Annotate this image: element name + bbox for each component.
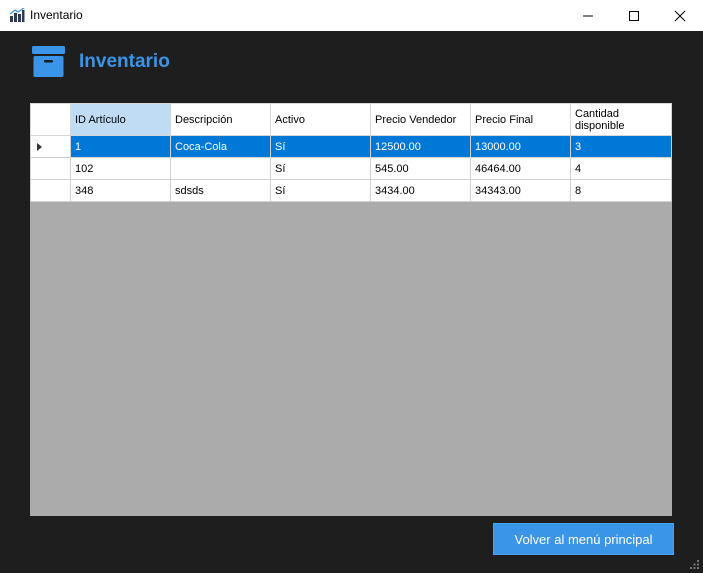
column-header-label: Cantidad disponible bbox=[575, 107, 625, 132]
maximize-button[interactable] bbox=[611, 0, 657, 31]
cell-id[interactable]: 348 bbox=[70, 179, 171, 202]
column-header-precio-vendedor[interactable]: Precio Vendedor bbox=[370, 103, 471, 136]
resize-grip-icon[interactable] bbox=[690, 560, 700, 570]
title-bar[interactable]: Inventario bbox=[0, 0, 703, 31]
cell-precio-vendedor[interactable]: 545.00 bbox=[370, 157, 471, 180]
inventory-table: ID Artículo Descripción Activo Precio Ve… bbox=[30, 103, 672, 202]
cell-descripcion[interactable]: sdsds bbox=[170, 179, 271, 202]
column-header-activo[interactable]: Activo bbox=[270, 103, 371, 136]
minimize-icon bbox=[583, 15, 593, 17]
table-row[interactable]: 1 Coca-Cola Sí 12500.00 13000.00 3 bbox=[30, 135, 672, 158]
table-header-row: ID Artículo Descripción Activo Precio Ve… bbox=[30, 103, 672, 136]
inventory-window: Inventario Inventario ID Artículo Descri… bbox=[0, 0, 703, 573]
close-icon bbox=[674, 10, 686, 22]
page-title: Inventario bbox=[79, 51, 170, 72]
cell-id[interactable]: 102 bbox=[70, 157, 171, 180]
column-header-id[interactable]: ID Artículo bbox=[70, 103, 171, 136]
column-header-cantidad[interactable]: Cantidad disponible bbox=[570, 103, 672, 136]
minimize-button[interactable] bbox=[565, 0, 611, 31]
cell-descripcion[interactable]: Coca-Cola bbox=[170, 135, 271, 158]
cell-activo[interactable]: Sí bbox=[270, 157, 371, 180]
window-title: Inventario bbox=[30, 8, 83, 22]
cell-descripcion[interactable] bbox=[170, 157, 271, 180]
current-row-arrow-icon bbox=[37, 143, 42, 151]
close-button[interactable] bbox=[657, 0, 703, 31]
maximize-icon bbox=[629, 11, 639, 21]
cell-cantidad[interactable]: 4 bbox=[570, 157, 672, 180]
row-header[interactable] bbox=[30, 157, 71, 180]
cell-activo[interactable]: Sí bbox=[270, 135, 371, 158]
table-row[interactable]: 102 Sí 545.00 46464.00 4 bbox=[30, 157, 672, 180]
bar-chart-icon bbox=[9, 8, 25, 22]
cell-cantidad[interactable]: 8 bbox=[570, 179, 672, 202]
cell-precio-final[interactable]: 13000.00 bbox=[470, 135, 571, 158]
cell-precio-vendedor[interactable]: 3434.00 bbox=[370, 179, 471, 202]
column-header-descripcion[interactable]: Descripción bbox=[170, 103, 271, 136]
cell-precio-vendedor[interactable]: 12500.00 bbox=[370, 135, 471, 158]
table-row[interactable]: 348 sdsds Sí 3434.00 34343.00 8 bbox=[30, 179, 672, 202]
row-header[interactable] bbox=[30, 135, 71, 158]
inventory-grid[interactable]: ID Artículo Descripción Activo Precio Ve… bbox=[30, 103, 672, 516]
column-header-precio-final[interactable]: Precio Final bbox=[470, 103, 571, 136]
cell-cantidad[interactable]: 3 bbox=[570, 135, 672, 158]
cell-id[interactable]: 1 bbox=[70, 135, 171, 158]
back-to-main-menu-button[interactable]: Volver al menú principal bbox=[493, 523, 674, 555]
row-header-corner[interactable] bbox=[30, 103, 71, 136]
cell-activo[interactable]: Sí bbox=[270, 179, 371, 202]
column-header-label: Precio Vendedor bbox=[375, 113, 457, 126]
archive-box-icon bbox=[32, 46, 65, 77]
row-header[interactable] bbox=[30, 179, 71, 202]
cell-precio-final[interactable]: 34343.00 bbox=[470, 179, 571, 202]
cell-precio-final[interactable]: 46464.00 bbox=[470, 157, 571, 180]
